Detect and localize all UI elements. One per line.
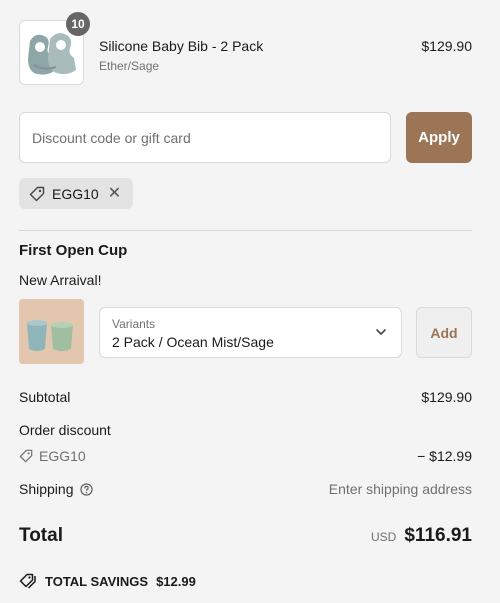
order-discount-row: Order discount <box>19 422 472 438</box>
discount-code-input[interactable] <box>19 112 391 163</box>
subtotal-label: Subtotal <box>19 389 71 405</box>
remove-code-icon[interactable]: ✕ <box>108 185 121 202</box>
total-label: Total <box>19 525 63 546</box>
savings-value: $12.99 <box>156 573 196 589</box>
order-discount-label: Order discount <box>19 422 111 438</box>
shipping-label: Shipping <box>19 481 74 497</box>
total-amount: USD $116.91 <box>371 525 472 547</box>
variant-dropdown[interactable]: Variants 2 Pack / Ocean Mist/Sage <box>99 307 402 358</box>
add-upsell-button[interactable]: Add <box>416 307 472 358</box>
apply-button[interactable]: Apply <box>406 112 472 163</box>
chevron-down-icon <box>376 329 386 335</box>
subtotal-row: Subtotal $129.90 <box>19 389 472 405</box>
currency-code: USD <box>371 530 397 544</box>
cup-image-icon <box>19 299 84 364</box>
product-variant: Ether/Sage <box>99 59 160 73</box>
discount-code-row: EGG10 − $12.99 <box>19 448 472 466</box>
product-name: Silicone Baby Bib - 2 Pack <box>99 38 264 54</box>
upsell-title: First Open Cup <box>19 242 128 259</box>
applied-code-label: EGG10 <box>52 185 99 202</box>
discount-value: − $12.99 <box>417 448 472 464</box>
applied-discount-chip: EGG10 ✕ <box>19 178 134 209</box>
section-divider <box>19 230 472 231</box>
variant-dropdown-value: 2 Pack / Ocean Mist/Sage <box>112 334 274 350</box>
variant-dropdown-label: Variants <box>112 317 156 331</box>
upsell-product-thumbnail <box>19 299 84 364</box>
shipping-row: Shipping Enter shipping address <box>19 481 472 497</box>
total-savings: TOTAL SAVINGS $12.99 <box>19 573 196 589</box>
help-icon[interactable] <box>79 482 93 496</box>
product-price: $129.90 <box>421 38 472 54</box>
upsell-subtitle: New Arraival! <box>19 272 102 288</box>
savings-label: TOTAL SAVINGS <box>45 573 149 589</box>
tag-icon <box>19 449 33 463</box>
subtotal-value: $129.90 <box>421 389 472 405</box>
tag-icon <box>29 186 45 201</box>
discount-code-label: EGG10 <box>39 448 86 464</box>
quantity-badge: 10 <box>66 12 90 36</box>
cart-line-item: 10 Silicone Baby Bib - 2 Pack Ether/Sage… <box>19 12 472 86</box>
shipping-value: Enter shipping address <box>328 481 472 497</box>
total-value: $116.91 <box>404 525 472 546</box>
tags-icon <box>19 573 36 589</box>
